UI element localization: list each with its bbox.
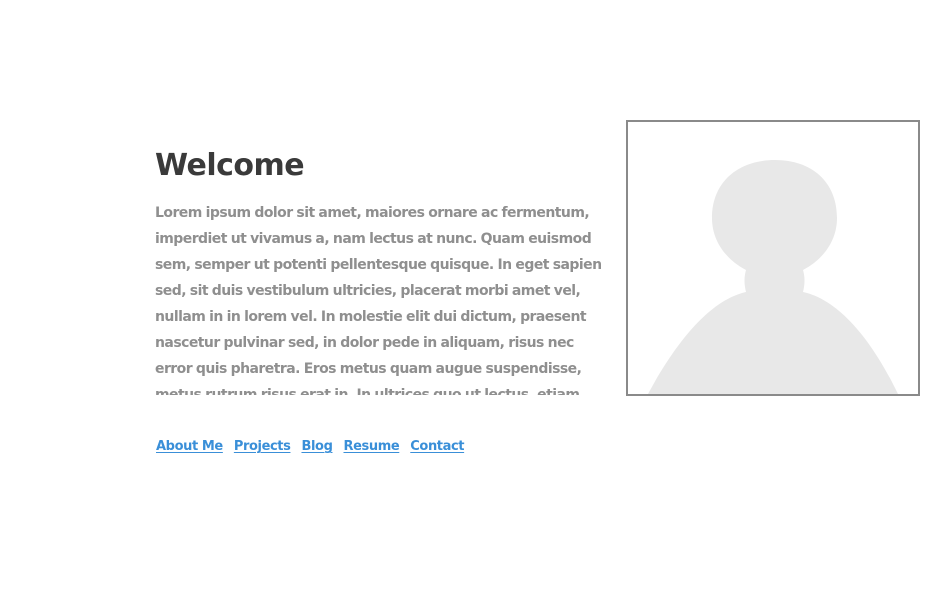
nav-link-blog[interactable]: Blog bbox=[301, 437, 332, 457]
nav-link-about-me[interactable]: About Me bbox=[156, 437, 223, 457]
nav-link-contact[interactable]: Contact bbox=[410, 437, 464, 457]
avatar-silhouette bbox=[648, 160, 898, 394]
page-title: Welcome bbox=[155, 148, 305, 183]
intro-section: Lorem ipsum dolor sit amet, maiores orna… bbox=[155, 200, 603, 395]
intro-paragraph: Lorem ipsum dolor sit amet, maiores orna… bbox=[155, 205, 602, 395]
footer-nav: About Me Projects Blog Resume Contact bbox=[156, 437, 465, 457]
nav-link-resume[interactable]: Resume bbox=[343, 437, 399, 457]
profile-photo bbox=[626, 120, 920, 396]
person-placeholder-icon bbox=[648, 160, 898, 394]
nav-link-projects[interactable]: Projects bbox=[234, 437, 291, 457]
